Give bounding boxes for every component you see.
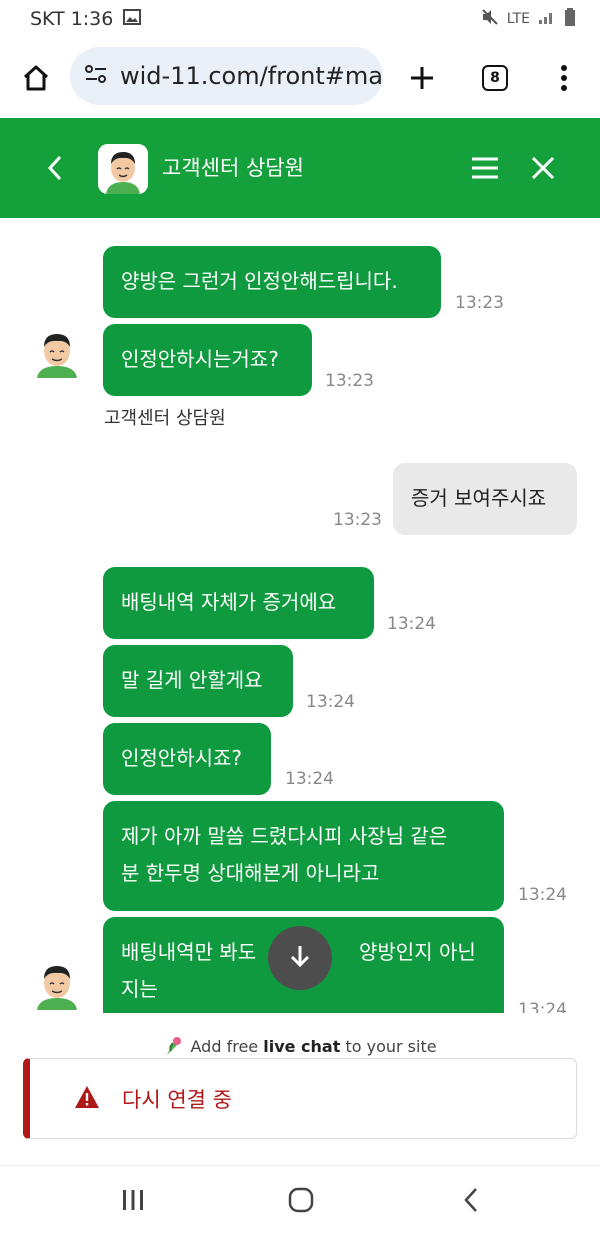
battery-icon — [564, 8, 576, 30]
close-icon[interactable] — [526, 150, 560, 186]
chat-messages[interactable]: 양방은 그런거 인정안해드립니다. 13:23 인정안하시는거죠? 13:23 … — [0, 218, 600, 1013]
url-text: wid-11.com/front#ma — [120, 62, 383, 90]
agent-message-bubble: 양방은 그런거 인정안해드립니다. — [103, 246, 441, 318]
warning-icon — [74, 1085, 100, 1113]
network-label: LTE — [506, 11, 530, 27]
gallery-icon — [123, 8, 142, 30]
agent-message-bubble: 인정안하시죠? — [103, 723, 271, 795]
message-time: 13:24 — [306, 692, 355, 712]
tab-count: 8 — [482, 65, 508, 91]
browser-toolbar: wid-11.com/front#ma 8 — [0, 38, 600, 118]
agent-name-label: 고객센터 상담원 — [104, 408, 226, 429]
message-text: 증거 보여주시죠 — [411, 486, 547, 510]
message-text-part: 양방인지 아닌 — [359, 940, 476, 964]
brand-prefix: Add free — [190, 1037, 264, 1056]
scroll-down-button[interactable] — [268, 926, 332, 990]
agent-chat-avatar — [33, 958, 81, 1010]
chat-footer: Add free live chat to your site 다시 연결 중 — [0, 1013, 600, 1165]
tab-switcher-button[interactable]: 8 — [475, 58, 515, 98]
arrow-down-icon — [288, 943, 312, 973]
menu-icon[interactable] — [468, 150, 502, 186]
home-button-icon[interactable] — [280, 1182, 322, 1218]
home-icon[interactable] — [16, 58, 56, 98]
new-tab-icon[interactable] — [402, 58, 442, 98]
message-time: 13:24 — [285, 769, 334, 789]
agent-message-bubble: 제가 아까 말씀 드렸다시피 사장님 같은 분 한두명 상대해본게 아니라고 — [103, 801, 504, 911]
brand-logo-icon — [163, 1037, 190, 1056]
message-text: 배팅내역 자체가 증거에요 — [121, 590, 337, 614]
more-menu-icon[interactable] — [548, 58, 580, 98]
recent-apps-icon[interactable] — [112, 1184, 154, 1216]
agent-message-bubble: 말 길게 안할게요 — [103, 645, 293, 717]
message-time: 13:23 — [325, 371, 374, 391]
agent-chat-avatar — [33, 326, 81, 378]
site-settings-icon[interactable] — [84, 64, 108, 88]
reconnecting-alert: 다시 연결 중 — [23, 1058, 577, 1139]
message-text-part: 배팅내역만 봐도 — [121, 940, 257, 964]
chat-title: 고객센터 상담원 — [162, 156, 304, 180]
message-time: 13:24 — [518, 1000, 567, 1013]
powered-by-link[interactable]: Add free live chat to your site — [0, 1035, 600, 1057]
address-bar[interactable]: wid-11.com/front#ma — [70, 47, 383, 105]
brand-bold: live chat — [263, 1037, 341, 1056]
mute-icon — [481, 8, 499, 30]
chat-header: 고객센터 상담원 — [0, 118, 600, 218]
message-time: 13:23 — [455, 293, 504, 313]
message-text: 양방은 그런거 인정안해드립니다. — [121, 269, 398, 293]
system-nav-bar — [0, 1165, 600, 1233]
message-text: 말 길게 안할게요 — [121, 668, 263, 692]
agent-avatar — [98, 144, 148, 194]
back-arrow-icon[interactable] — [38, 150, 72, 186]
agent-message-bubble: 인정안하시는거죠? — [103, 324, 312, 396]
message-text: 인정안하시죠? — [121, 746, 243, 770]
signal-icon — [538, 9, 556, 29]
message-time: 13:24 — [387, 614, 436, 634]
alert-text: 다시 연결 중 — [122, 1087, 232, 1112]
back-nav-icon[interactable] — [450, 1182, 492, 1218]
message-text-line: 제가 아까 말씀 드렸다시피 사장님 같은 — [121, 824, 448, 848]
message-text: 인정안하시는거죠? — [121, 347, 279, 371]
message-time: 13:23 — [333, 510, 382, 530]
agent-message-bubble: 배팅내역 자체가 증거에요 — [103, 567, 374, 639]
status-bar: SKT 1:36 LTE — [0, 0, 600, 38]
user-message-bubble: 증거 보여주시죠 — [393, 463, 577, 535]
status-carrier-time: SKT 1:36 — [30, 8, 114, 30]
message-text-line: 분 한두명 상대해본게 아니라고 — [121, 861, 380, 885]
message-time: 13:24 — [518, 885, 567, 905]
brand-suffix: to your site — [340, 1037, 437, 1056]
